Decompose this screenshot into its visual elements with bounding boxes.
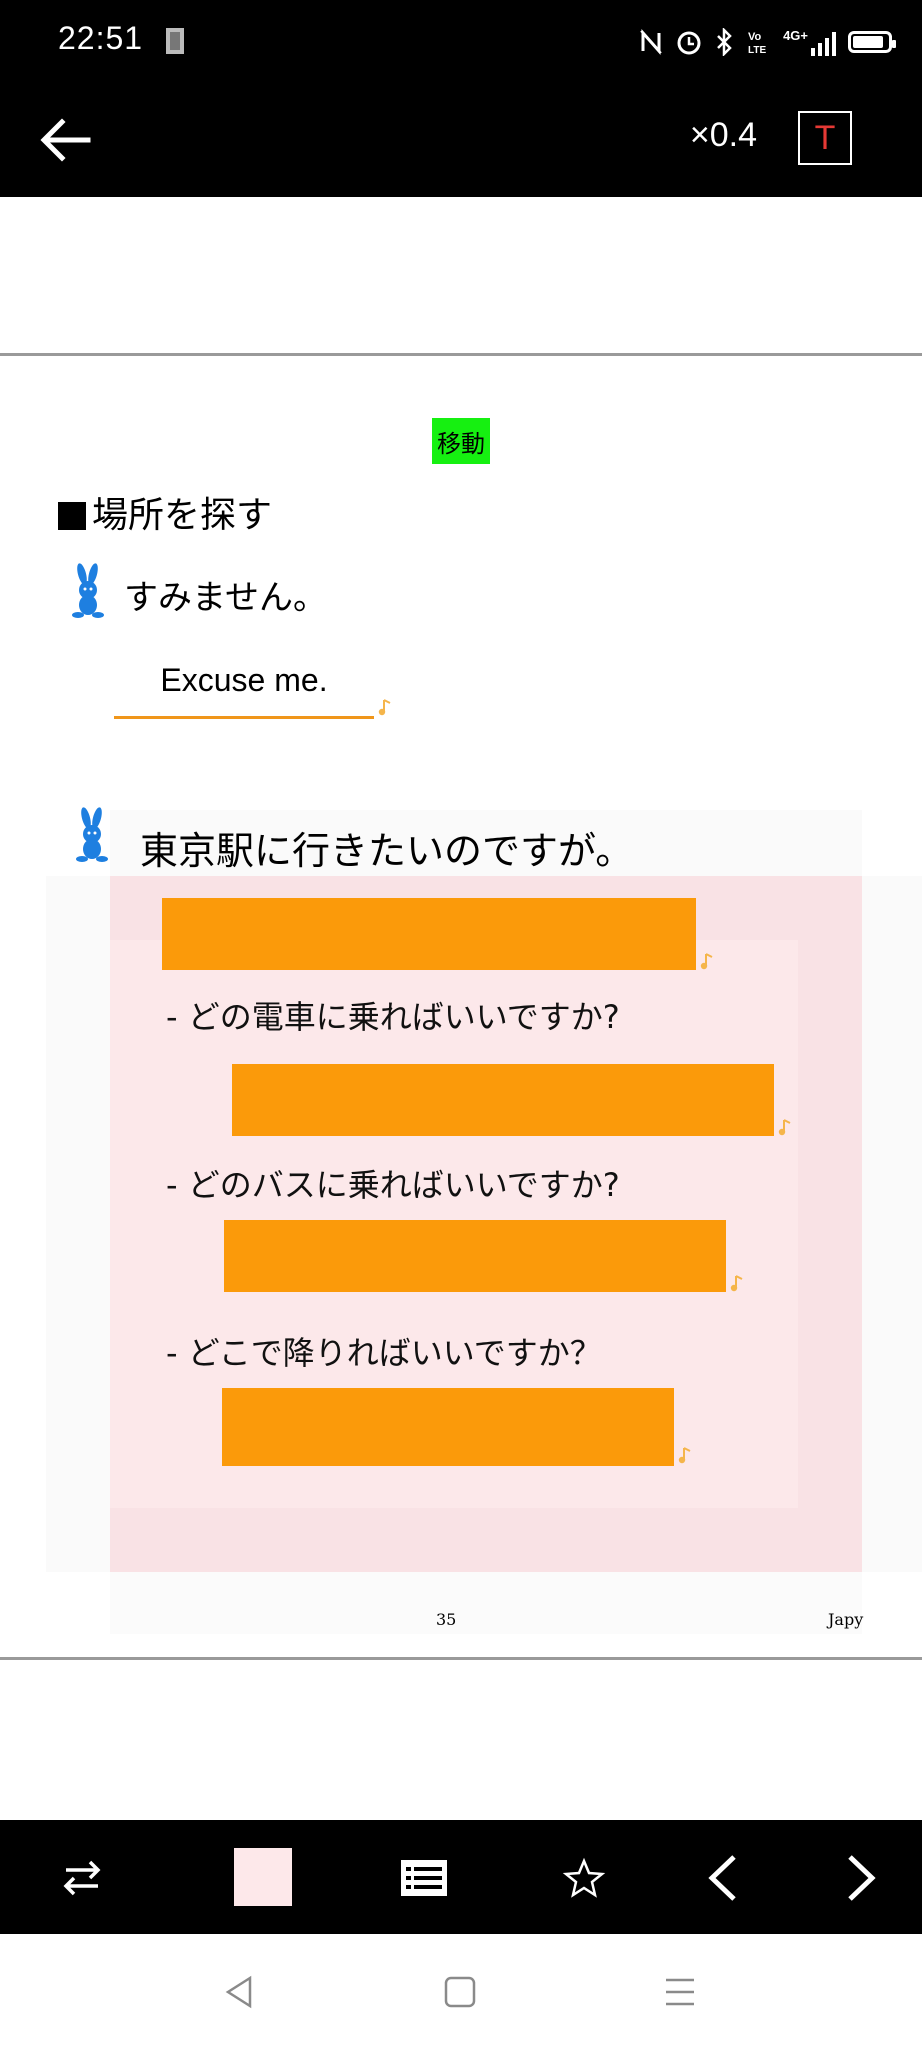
nfc-icon bbox=[640, 29, 662, 55]
audio-note-icon[interactable] bbox=[730, 1274, 744, 1292]
zoom-level[interactable]: ×0.4 bbox=[690, 116, 757, 155]
bottom-toolbar bbox=[0, 1820, 922, 1934]
alarm-icon bbox=[677, 31, 701, 55]
status-icons: Vo LTE 4G+ bbox=[639, 22, 896, 62]
rabbit-icon bbox=[72, 563, 104, 618]
page-divider bbox=[0, 1657, 922, 1660]
page-number: 35 bbox=[436, 1610, 457, 1629]
list-icon[interactable] bbox=[396, 1850, 452, 1906]
nav-back-icon[interactable] bbox=[220, 1972, 260, 2012]
back-arrow-icon[interactable] bbox=[36, 110, 96, 170]
signal-icon: 4G+ bbox=[783, 28, 836, 56]
bluetooth-icon bbox=[717, 28, 732, 56]
star-icon[interactable] bbox=[556, 1850, 612, 1906]
highlight-color-swatch[interactable] bbox=[234, 1848, 292, 1906]
phrase-tokyo-station: 東京駅に行きたいのですが。 bbox=[140, 829, 634, 873]
page-gap bbox=[0, 197, 922, 353]
volte-icon: Vo LTE bbox=[748, 31, 766, 56]
chevron-left-icon[interactable] bbox=[696, 1850, 752, 1906]
status-bar: 22:51 Vo LTE 4G+ bbox=[0, 0, 922, 84]
sim-icon bbox=[166, 28, 184, 54]
left-margin-bg bbox=[46, 876, 110, 1572]
audio-note-icon[interactable] bbox=[678, 1446, 692, 1464]
translation-excuse-me[interactable]: Excuse me. bbox=[114, 656, 374, 719]
audio-note-icon[interactable] bbox=[700, 952, 714, 970]
battery-icon bbox=[848, 31, 896, 53]
app-top-bar: ×0.4 T bbox=[0, 84, 922, 197]
hidden-translation-block[interactable] bbox=[232, 1064, 774, 1136]
question-train: - どの電車に乗ればいいですか? bbox=[166, 998, 620, 1036]
text-mode-button[interactable]: T bbox=[798, 111, 852, 165]
chevron-right-icon[interactable] bbox=[832, 1850, 888, 1906]
nav-home-icon[interactable] bbox=[440, 1972, 480, 2012]
footer-brand: Japy bbox=[828, 1610, 864, 1629]
audio-note-icon[interactable] bbox=[778, 1118, 792, 1136]
audio-note-icon[interactable] bbox=[378, 698, 392, 716]
phrase-excuse-me: すみません。 bbox=[124, 578, 327, 618]
rabbit-icon bbox=[76, 807, 108, 862]
panel-bottom-band bbox=[110, 1508, 862, 1572]
swap-icon[interactable] bbox=[54, 1850, 110, 1906]
section-title: 場所を探す bbox=[58, 486, 272, 538]
nav-menu-icon[interactable] bbox=[660, 1972, 700, 2012]
question-bus: - どのバスに乗ればいいですか? bbox=[166, 1166, 620, 1204]
hidden-translation-block[interactable] bbox=[162, 898, 696, 970]
page-footer bbox=[110, 1572, 862, 1634]
section-title-text: 場所を探す bbox=[92, 495, 273, 536]
question-get-off: - どこで降りればいいですか？ bbox=[166, 1334, 602, 1372]
square-bullet-icon bbox=[58, 502, 86, 530]
network-label: 4G+ bbox=[783, 28, 808, 43]
right-margin-bg bbox=[862, 876, 922, 1572]
svg-text:LTE: LTE bbox=[748, 45, 766, 56]
hidden-translation-block[interactable] bbox=[222, 1388, 674, 1466]
hidden-translation-block[interactable] bbox=[224, 1220, 726, 1292]
svg-text:Vo: Vo bbox=[748, 31, 762, 43]
category-badge: 移動 bbox=[432, 418, 490, 464]
system-nav-bar bbox=[0, 1934, 922, 2048]
status-time: 22:51 bbox=[58, 20, 144, 56]
panel-right-band bbox=[798, 876, 862, 1572]
